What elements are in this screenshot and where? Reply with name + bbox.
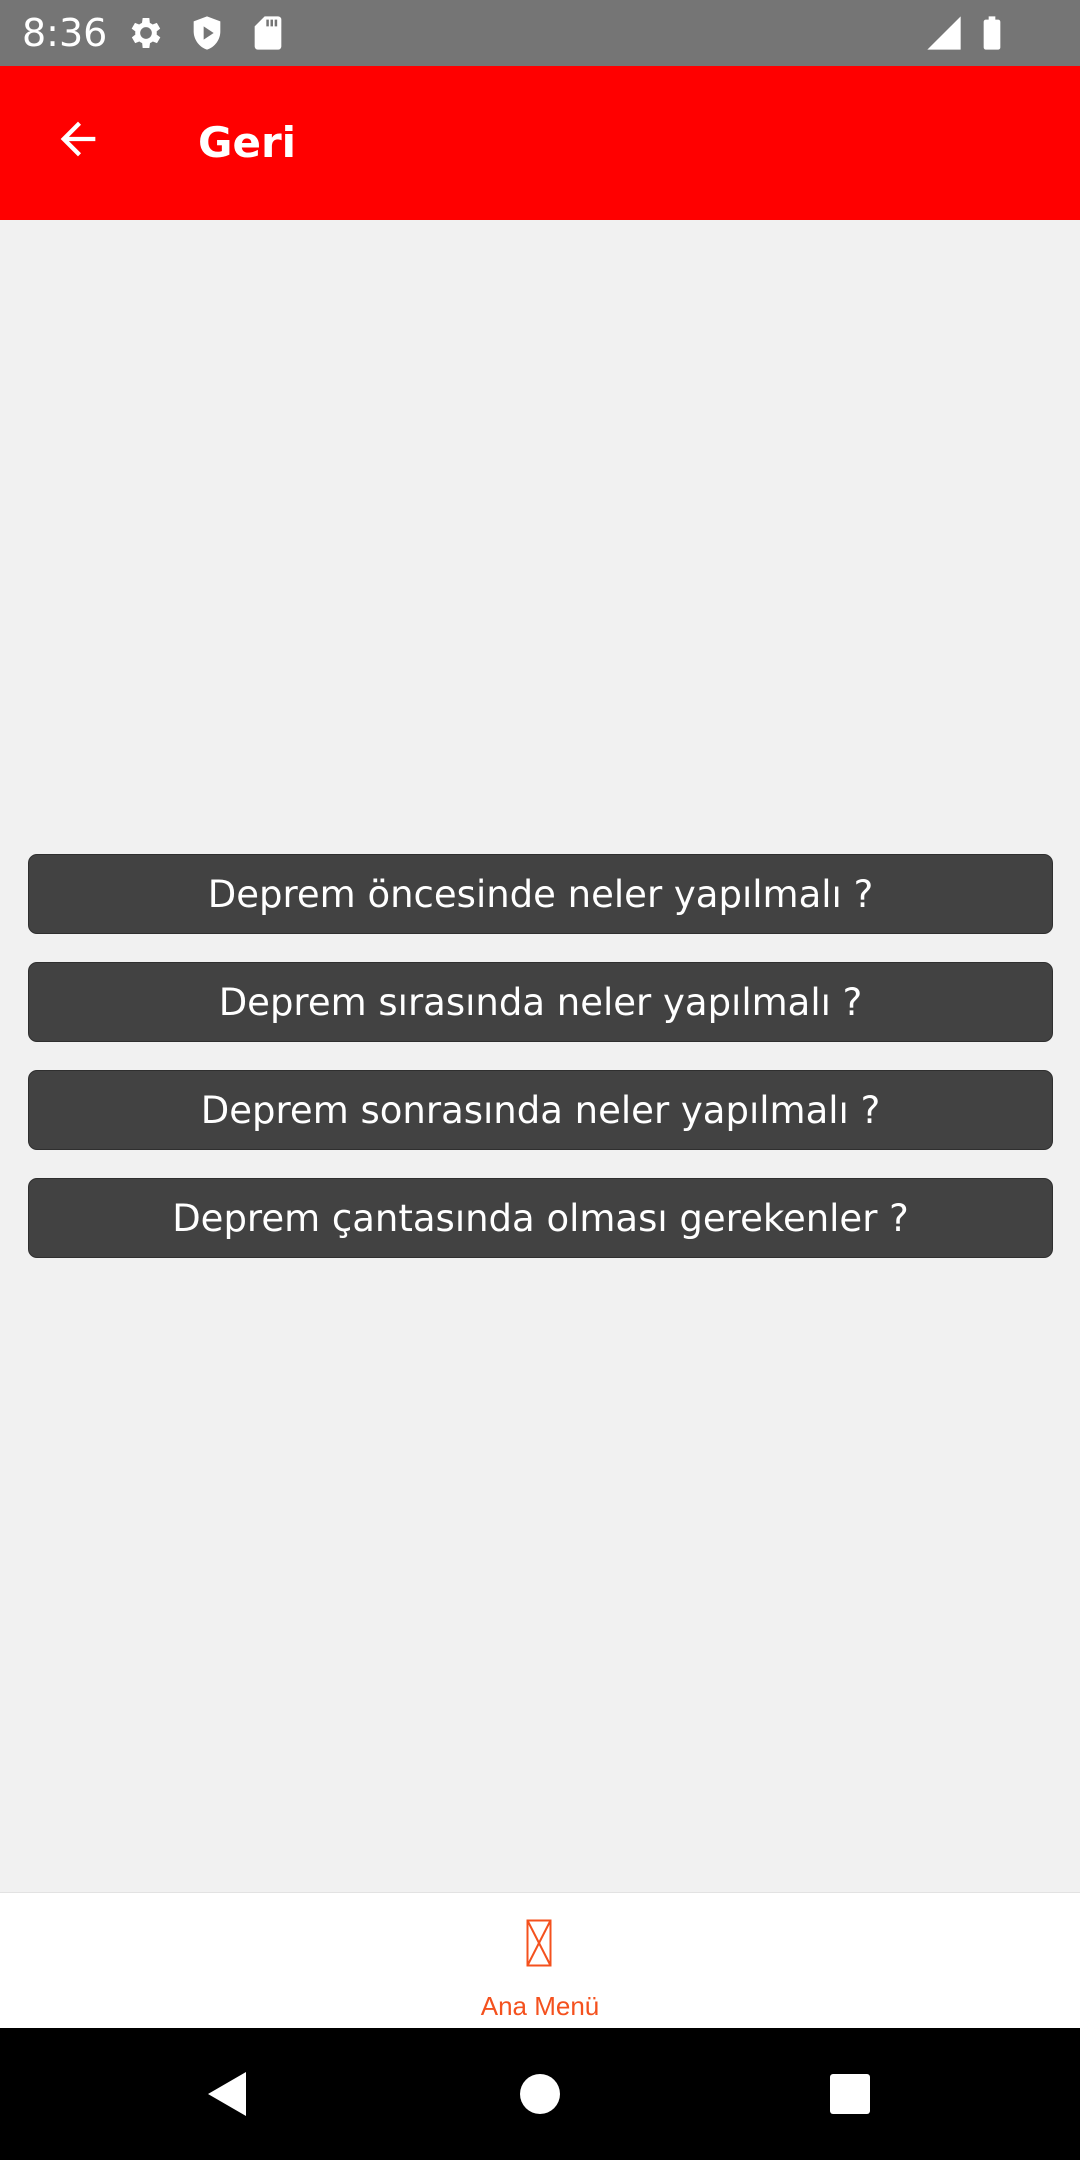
bottom-tab-bar: Ana Menü <box>0 1892 1080 2028</box>
menu-list: Deprem öncesinde neler yapılmalı ? Depre… <box>28 854 1053 1286</box>
status-time: 8:36 <box>22 11 108 55</box>
app-bar: Geri <box>0 66 1080 220</box>
battery-icon <box>972 13 1012 53</box>
arrow-left-icon <box>52 113 104 170</box>
sd-card-icon <box>248 13 288 53</box>
gear-icon <box>126 13 166 53</box>
page-title: Geri <box>198 118 297 167</box>
missing-glyph-icon <box>526 1919 552 1967</box>
earthquake-bag-button[interactable]: Deprem çantasında olması gerekenler ? <box>28 1178 1053 1258</box>
recents-square-icon[interactable] <box>820 2064 880 2124</box>
system-nav-bar <box>0 2028 1080 2160</box>
tab-main-menu[interactable]: Ana Menü <box>440 1893 640 2029</box>
status-bar: 8:36 <box>0 0 1080 66</box>
tab-label: Ana Menü <box>480 1991 600 2021</box>
before-earthquake-button[interactable]: Deprem öncesinde neler yapılmalı ? <box>28 854 1053 934</box>
back-triangle-icon[interactable] <box>196 2064 256 2124</box>
back-button[interactable] <box>36 99 120 183</box>
during-earthquake-button[interactable]: Deprem sırasında neler yapılmalı ? <box>28 962 1053 1042</box>
after-earthquake-button[interactable]: Deprem sonrasında neler yapılmalı ? <box>28 1070 1053 1150</box>
shield-play-icon <box>187 13 227 53</box>
signal-icon <box>924 13 964 53</box>
home-circle-icon[interactable] <box>510 2064 570 2124</box>
